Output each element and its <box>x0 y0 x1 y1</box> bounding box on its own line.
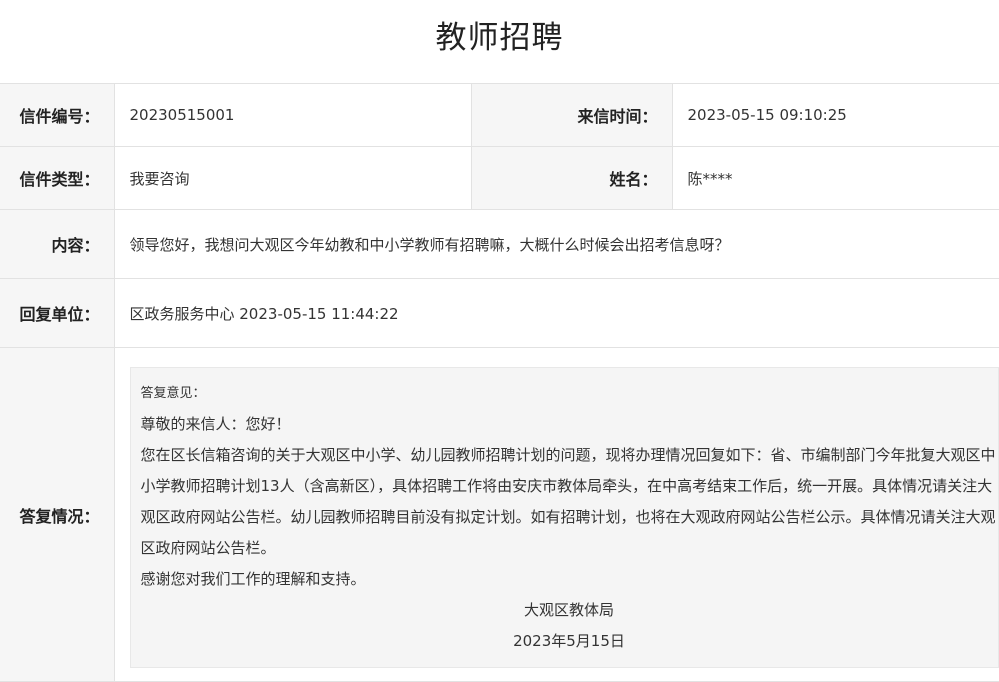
reply-unit-label: 回复单位： <box>0 278 115 348</box>
letter-content-label: 内容： <box>0 209 115 279</box>
reply-cell: 答复意见： 尊敬的来信人：您好！ 您在区长信箱咨询的关于大观区中小学、幼儿园教师… <box>113 347 999 682</box>
letter-name-label: 姓名： <box>471 146 673 210</box>
letter-name-value: 陈**** <box>671 146 999 210</box>
reply-greeting: 尊敬的来信人：您好！ <box>140 415 291 433</box>
reply-label: 答复情况： <box>0 347 115 682</box>
letter-type-label: 信件类型： <box>0 146 115 210</box>
reply-signature: 大观区教体局 <box>523 601 614 619</box>
reply-date: 2023年5月15日 <box>513 632 625 650</box>
letter-time-label: 来信时间： <box>471 83 673 147</box>
letter-row-reply-unit: 回复单位： 区政务服务中心 2023-05-15 11:44:22 <box>0 278 999 348</box>
letter-content-value: 领导您好，我想问大观区今年幼教和中小学教师有招聘嘛，大概什么时候会出招考信息呀？ <box>113 209 999 279</box>
reply-heading: 答复意见： <box>140 386 206 401</box>
letter-row-number: 信件编号： 20230515001 来信时间： 2023-05-15 09:10… <box>0 83 999 147</box>
reply-body: 您在区长信箱咨询的关于大观区中小学、幼儿园教师招聘计划的问题，现将办理情况回复如… <box>140 446 996 557</box>
reply-thanks: 感谢您对我们工作的理解和支持。 <box>140 570 366 588</box>
reply-unit-value: 区政务服务中心 2023-05-15 11:44:22 <box>113 278 999 348</box>
letter-row-type: 信件类型： 我要咨询 姓名： 陈**** <box>0 146 999 210</box>
letter-time-value: 2023-05-15 09:10:25 <box>671 83 999 147</box>
letter-info-table: 信件编号： 20230515001 来信时间： 2023-05-15 09:10… <box>0 83 999 682</box>
letter-row-content: 内容： 领导您好，我想问大观区今年幼教和中小学教师有招聘嘛，大概什么时候会出招考… <box>0 209 999 279</box>
letter-row-reply: 答复情况： 答复意见： 尊敬的来信人：您好！ 您在区长信箱咨询的关于大观区中小学… <box>0 347 999 682</box>
reply-box: 答复意见： 尊敬的来信人：您好！ 您在区长信箱咨询的关于大观区中小学、幼儿园教师… <box>129 367 999 668</box>
letter-number-value: 20230515001 <box>113 83 472 147</box>
letter-type-value: 我要咨询 <box>113 146 472 210</box>
letter-number-label: 信件编号： <box>0 83 115 147</box>
page-title: 教师招聘 <box>435 20 564 56</box>
